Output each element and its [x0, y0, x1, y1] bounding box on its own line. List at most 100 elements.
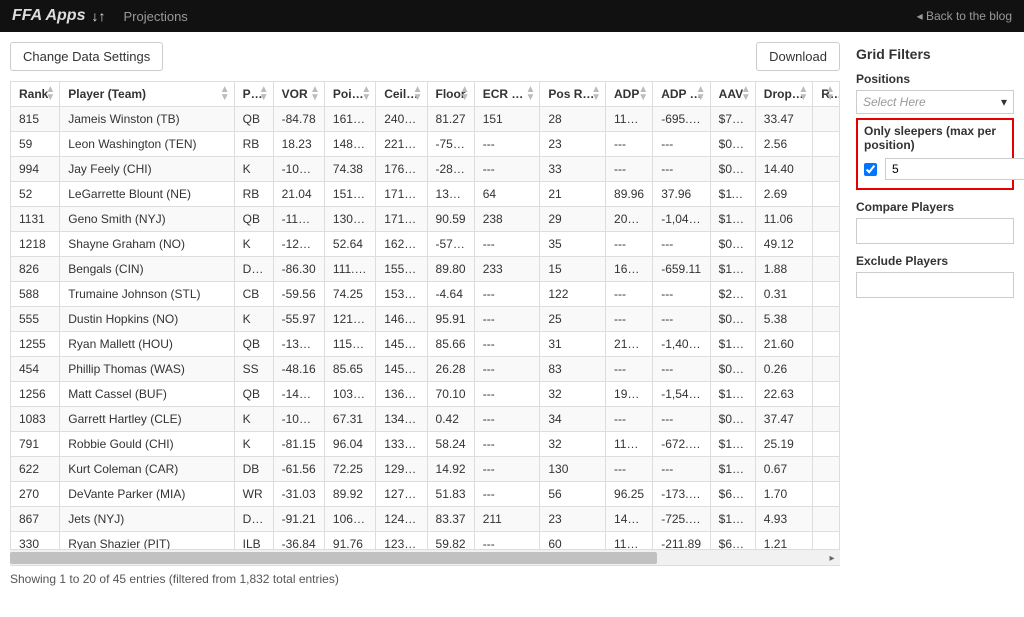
table-row[interactable]: 330Ryan Shazier (PIT)ILB-36.8491.76123.7… [11, 532, 840, 550]
cell: 83 [540, 357, 606, 382]
table-row[interactable]: 270DeVante Parker (MIA)WR-31.0389.92127.… [11, 482, 840, 507]
cell: 4.93 [755, 507, 812, 532]
cell: 130.93 [427, 182, 474, 207]
cell: 815 [11, 107, 60, 132]
cell: Ryan Mallett (HOU) [60, 332, 234, 357]
col-header[interactable]: Rank▲▼ [11, 82, 60, 107]
cell: 64 [474, 182, 540, 207]
data-table-scroll[interactable]: Rank▲▼Player (Team)▲▼Pos▲▼VOR▲▼Points▲▼C… [10, 81, 840, 549]
cell: 123.70 [376, 532, 427, 550]
table-row[interactable]: 555Dustin Hopkins (NO)K-55.97121.22146.5… [11, 307, 840, 332]
col-header[interactable]: Pos Rank▲▼ [540, 82, 606, 107]
cell: RB [234, 132, 273, 157]
cell: 96.04 [324, 432, 375, 457]
cell: 89.92 [324, 482, 375, 507]
cell: -36.84 [273, 532, 324, 550]
cell: -4.64 [427, 282, 474, 307]
table-row[interactable]: 52LeGarrette Blount (NE)RB21.04151.21171… [11, 182, 840, 207]
cell: 1.21 [755, 532, 812, 550]
col-header[interactable]: Floor▲▼ [427, 82, 474, 107]
scroll-right-icon[interactable]: ▸ [824, 550, 840, 566]
cell: 89.96 [606, 182, 653, 207]
cell [813, 507, 840, 532]
col-header[interactable]: Player (Team)▲▼ [60, 82, 234, 107]
cell: 28 [540, 107, 606, 132]
col-header[interactable]: AAV▲▼ [710, 82, 755, 107]
table-row[interactable]: 1131Geno Smith (NYJ)QB-114.85130.96171.2… [11, 207, 840, 232]
cell: -173.75 [653, 482, 710, 507]
col-header[interactable]: Ri▲▼ [813, 82, 840, 107]
col-header[interactable]: VOR▲▼ [273, 82, 324, 107]
cell: -91.21 [273, 507, 324, 532]
cell: $1.50 [710, 507, 755, 532]
back-to-blog-link[interactable]: Back to the blog [917, 9, 1012, 23]
cell: 148.40 [324, 132, 375, 157]
cell: 25.19 [755, 432, 812, 457]
exclude-players-input[interactable] [856, 272, 1014, 298]
cell: $1.00 [710, 257, 755, 282]
scroll-thumb[interactable] [10, 552, 657, 564]
brand[interactable]: FFA Apps [12, 7, 85, 25]
col-header[interactable]: ADP▲▼ [606, 82, 653, 107]
cell: 121.22 [324, 307, 375, 332]
cell: 15 [540, 257, 606, 282]
sort-icon: ▲▼ [525, 86, 535, 102]
table-row[interactable]: 791Robbie Gould (CHI)K-81.1596.04133.835… [11, 432, 840, 457]
only-sleepers-checkbox[interactable] [864, 163, 877, 176]
cell: -1,403.88 [653, 332, 710, 357]
table-row[interactable]: 454Phillip Thomas (WAS)SS-48.1685.65145.… [11, 357, 840, 382]
sort-icon: ▲▼ [361, 86, 371, 102]
table-row[interactable]: 59Leon Washington (TEN)RB18.23148.40221.… [11, 132, 840, 157]
horizontal-scrollbar[interactable]: ◂ ▸ [10, 549, 840, 565]
cell: 103.54 [324, 382, 375, 407]
col-header[interactable]: Dropoff▲▼ [755, 82, 812, 107]
table-row[interactable]: 994Jay Feely (CHI)K-102.8174.38176.84-28… [11, 157, 840, 182]
col-header[interactable]: ADP Diff▲▼ [653, 82, 710, 107]
table-row[interactable]: 1083Garrett Hartley (CLE)K-109.8867.3113… [11, 407, 840, 432]
cell: Shayne Graham (NO) [60, 232, 234, 257]
sort-icon: ▲▼ [460, 86, 470, 102]
cell: 136.97 [376, 382, 427, 407]
change-data-settings-button[interactable]: Change Data Settings [10, 42, 163, 71]
cell: --- [474, 482, 540, 507]
col-header[interactable]: Points▲▼ [324, 82, 375, 107]
cell: 194.55 [606, 382, 653, 407]
compare-players-input[interactable] [856, 218, 1014, 244]
table-row[interactable]: 815Jameis Winston (TB)QB-84.78161.03240.… [11, 107, 840, 132]
exclude-players-label: Exclude Players [856, 254, 1014, 268]
cell: 70.10 [427, 382, 474, 407]
col-header[interactable]: Pos▲▼ [234, 82, 273, 107]
cell: -31.03 [273, 482, 324, 507]
cell: 2.56 [755, 132, 812, 157]
cell: 122 [540, 282, 606, 307]
cell: 51.83 [427, 482, 474, 507]
cell: --- [653, 157, 710, 182]
cell: --- [474, 407, 540, 432]
cell: 96.25 [606, 482, 653, 507]
cell: 133.83 [376, 432, 427, 457]
col-header[interactable]: ECR Rank▲▼ [474, 82, 540, 107]
sort-icon: ▲▼ [825, 86, 835, 102]
cell: -114.85 [273, 207, 324, 232]
cell: Jets (NYJ) [60, 507, 234, 532]
cell: --- [474, 282, 540, 307]
positions-select[interactable]: Select Here [856, 90, 1014, 114]
nav-projections[interactable]: Projections [123, 9, 187, 24]
cell: $0.00 [710, 357, 755, 382]
download-button[interactable]: Download [756, 42, 840, 71]
only-sleepers-max-input[interactable] [885, 158, 1024, 180]
table-row[interactable]: 1255Ryan Mallett (HOU)QB-130.17115.64145… [11, 332, 840, 357]
table-row[interactable]: 867Jets (NYJ)DEF-91.21106.52124.7683.372… [11, 507, 840, 532]
table-row[interactable]: 1218Shayne Graham (NO)K-124.5552.64162.4… [11, 232, 840, 257]
table-row[interactable]: 622Kurt Coleman (CAR)DB-61.5672.25129.58… [11, 457, 840, 482]
col-header[interactable]: Ceiling▲▼ [376, 82, 427, 107]
table-row[interactable]: 826Bengals (CIN)DEF-86.30111.43155.9089.… [11, 257, 840, 282]
cell: 622 [11, 457, 60, 482]
cell: 33.47 [755, 107, 812, 132]
cell: --- [653, 282, 710, 307]
cell: 5.38 [755, 307, 812, 332]
table-row[interactable]: 588Trumaine Johnson (STL)CB-59.5674.2515… [11, 282, 840, 307]
table-row[interactable]: 1256Matt Cassel (BUF)QB-142.27103.54136.… [11, 382, 840, 407]
cell: 0.67 [755, 457, 812, 482]
cell [813, 257, 840, 282]
